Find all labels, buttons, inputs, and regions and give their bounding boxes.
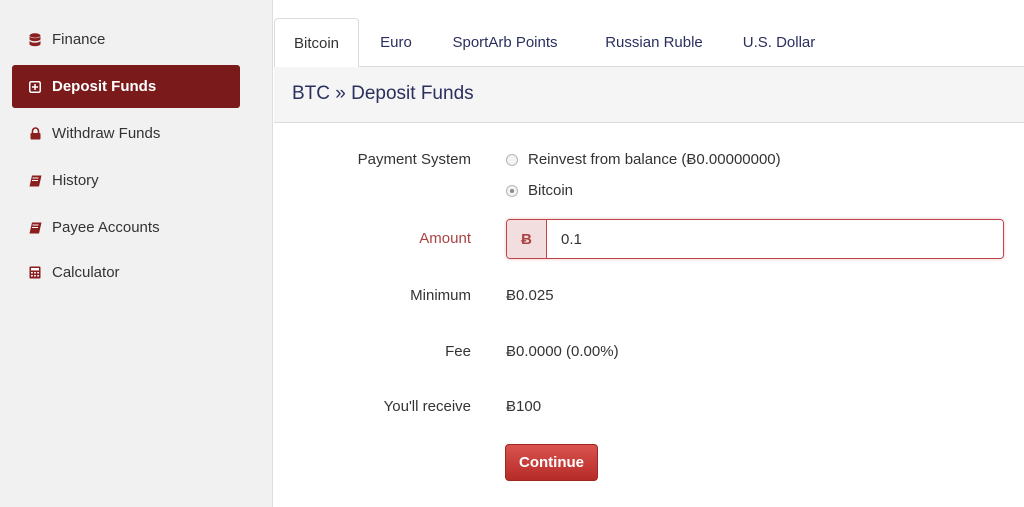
calculator-icon bbox=[28, 266, 42, 280]
sidebar-item-label: Finance bbox=[52, 31, 106, 48]
sidebar-item-deposit-funds[interactable]: Deposit Funds bbox=[12, 65, 240, 108]
payment-system-label: Payment System bbox=[357, 151, 471, 168]
tab-label: Bitcoin bbox=[293, 34, 340, 52]
tab-label: Euro bbox=[380, 34, 412, 51]
sidebar-item-finance[interactable]: Finance bbox=[12, 18, 240, 61]
currency-tabs: Bitcoin Euro SportArb Points Russian Rub… bbox=[274, 18, 1024, 68]
receive-label: You'll receive bbox=[383, 398, 471, 415]
radio-label: Reinvest from balance (Ƀ0.00000000) bbox=[528, 151, 781, 168]
amount-input[interactable] bbox=[547, 220, 1003, 258]
page-title: BTC » Deposit Funds bbox=[292, 83, 474, 104]
sidebar-item-history[interactable]: History bbox=[12, 159, 240, 202]
sidebar-item-payee-accounts[interactable]: Payee Accounts bbox=[12, 206, 240, 249]
radio-label: Bitcoin bbox=[528, 182, 574, 199]
panel-header: BTC » Deposit Funds bbox=[274, 67, 1024, 123]
tab-us-dollar[interactable]: U.S. Dollar bbox=[734, 18, 824, 67]
sidebar-item-label: Payee Accounts bbox=[52, 219, 160, 236]
plus-square-icon bbox=[28, 80, 42, 94]
tab-label: U.S. Dollar bbox=[742, 34, 816, 51]
fee-label: Fee bbox=[445, 343, 471, 360]
sidebar-item-label: Withdraw Funds bbox=[52, 125, 161, 142]
minimum-value: Ƀ0.025 bbox=[506, 287, 554, 304]
radio-button[interactable] bbox=[506, 184, 518, 197]
radio-button[interactable] bbox=[506, 153, 518, 166]
tab-label: Russian Ruble bbox=[605, 34, 703, 51]
tab-sportarb-points[interactable]: SportArb Points bbox=[442, 18, 568, 67]
tab-euro[interactable]: Euro bbox=[368, 18, 424, 67]
database-icon bbox=[28, 32, 42, 47]
tab-label: SportArb Points bbox=[452, 34, 558, 51]
sidebar-item-label: Calculator bbox=[52, 264, 120, 281]
tab-bitcoin[interactable]: Bitcoin bbox=[274, 18, 359, 68]
sidebar-item-withdraw-funds[interactable]: Withdraw Funds bbox=[12, 112, 240, 155]
amount-label: Amount bbox=[419, 230, 471, 247]
minimum-label: Minimum bbox=[410, 287, 471, 304]
fee-value: Ƀ0.0000 (0.00%) bbox=[506, 343, 619, 360]
radio-bitcoin-option[interactable]: Bitcoin bbox=[506, 182, 573, 199]
tab-russian-ruble[interactable]: Russian Ruble bbox=[592, 18, 716, 67]
sidebar-item-calculator[interactable]: Calculator bbox=[12, 251, 240, 294]
receive-value: Ƀ100 bbox=[506, 398, 542, 415]
sidebar-item-label: History bbox=[52, 172, 99, 189]
lock-icon bbox=[28, 127, 42, 141]
book-icon bbox=[28, 221, 42, 235]
book-icon bbox=[28, 174, 42, 188]
amount-input-group: Ƀ bbox=[506, 219, 1004, 259]
sidebar: Finance Deposit Funds Withdraw Funds His… bbox=[0, 0, 273, 507]
currency-symbol: Ƀ bbox=[507, 220, 547, 258]
radio-reinvest-option[interactable]: Reinvest from balance (Ƀ0.00000000) bbox=[506, 151, 781, 168]
sidebar-item-label: Deposit Funds bbox=[52, 78, 157, 95]
continue-button[interactable]: Continue bbox=[505, 444, 598, 481]
